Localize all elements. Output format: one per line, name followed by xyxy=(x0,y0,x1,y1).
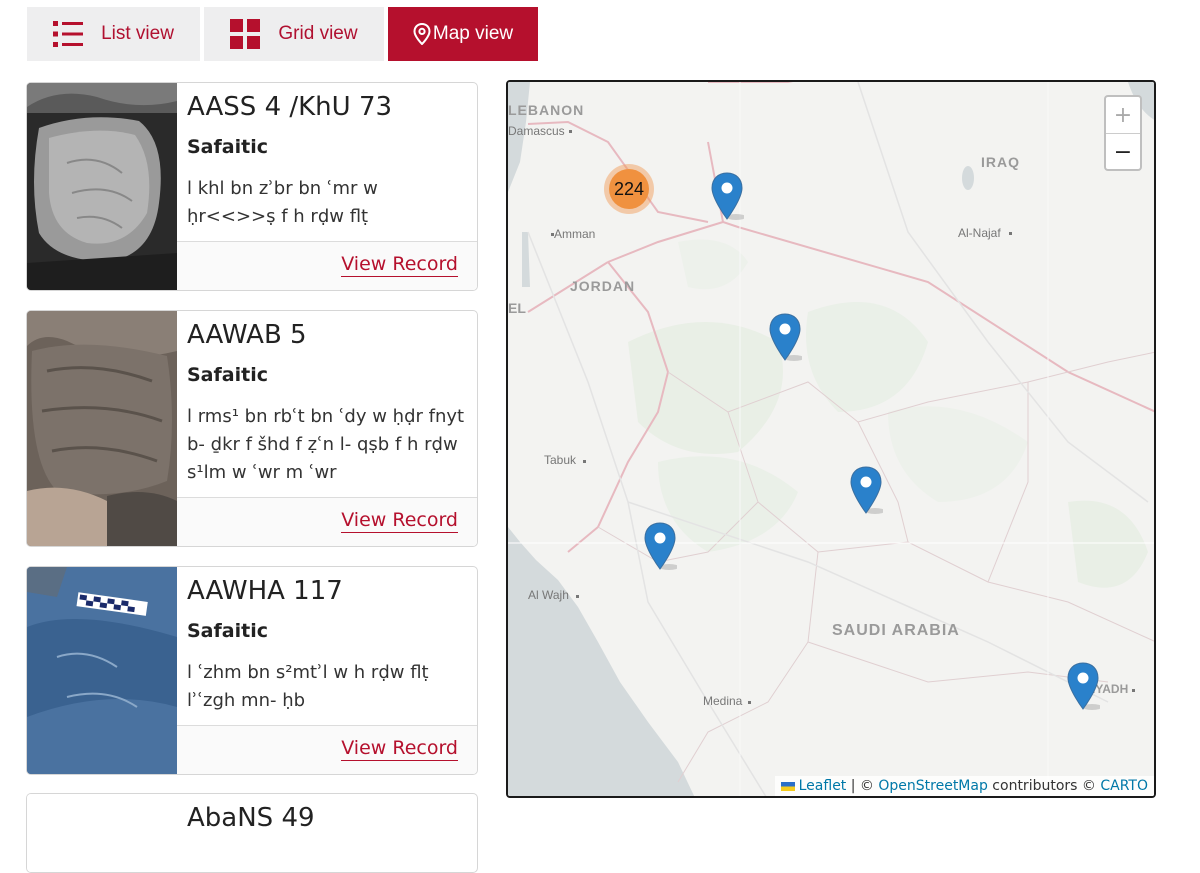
record-text: l rms¹ bn rbʿt bn ʿdy w ḥḍr fnyt b- ḏkr … xyxy=(187,406,465,483)
attribution-separator: | © xyxy=(846,778,879,794)
record-title: AASS 4 /KhU 73 xyxy=(187,92,393,122)
record-footer: View Record xyxy=(177,725,477,774)
record-card: AbaNS 49 xyxy=(26,793,478,873)
map-marker[interactable] xyxy=(1066,662,1102,717)
tab-map-view[interactable]: Map view xyxy=(388,7,538,61)
record-card: AAWHA 117 Safaitic l ʿzhm bn s²mtʾl w h … xyxy=(26,566,478,775)
record-card: AASS 4 /KhU 73 Safaitic l khl bn zʾbr bn… xyxy=(26,82,478,291)
map-pin-icon xyxy=(413,23,431,45)
osm-link[interactable]: OpenStreetMap xyxy=(878,778,987,794)
record-footer: View Record xyxy=(177,241,477,290)
record-script: Safaitic xyxy=(187,620,268,642)
record-image[interactable] xyxy=(27,311,177,546)
map-marker[interactable] xyxy=(710,172,746,227)
record-text: l khl bn zʾbr bn ʿmr w ḥr<<>>ṣ f h rḍw f… xyxy=(187,178,378,227)
record-text: l ʿzhm bn s²mtʾl w h rḍw flṭ lʾʿzgh mn- … xyxy=(187,662,429,711)
view-toggle: List view Grid view Map view xyxy=(27,7,538,61)
map-label-medina: Medina xyxy=(703,694,743,708)
record-script: Safaitic xyxy=(187,136,268,158)
view-record-link[interactable]: View Record xyxy=(341,736,458,761)
map-label-jordan: JORDAN xyxy=(570,278,636,294)
marker-cluster[interactable]: 224 xyxy=(604,164,654,214)
tab-grid-label: Grid view xyxy=(278,23,358,44)
grid-icon xyxy=(230,19,261,49)
record-title: AAWAB 5 xyxy=(187,320,307,350)
map-marker[interactable] xyxy=(849,466,885,521)
tab-list-view[interactable]: List view xyxy=(27,7,200,61)
record-image[interactable] xyxy=(27,567,177,774)
record-footer: View Record xyxy=(177,497,477,546)
tab-grid-view[interactable]: Grid view xyxy=(204,7,384,61)
view-record-link[interactable]: View Record xyxy=(341,508,458,533)
view-record-link[interactable]: View Record xyxy=(341,252,458,277)
record-script: Safaitic xyxy=(187,364,268,386)
zoom-control: + − xyxy=(1104,95,1142,171)
tab-list-label: List view xyxy=(101,23,174,44)
map-label-al-wajh: Al Wajh xyxy=(528,588,569,602)
zoom-out-button[interactable]: − xyxy=(1106,134,1140,169)
cluster-count: 224 xyxy=(609,169,649,209)
map-label-lebanon: LEBANON xyxy=(508,102,585,118)
map-label-iraq: IRAQ xyxy=(981,154,1020,170)
carto-link[interactable]: CARTO xyxy=(1100,778,1148,794)
map-marker[interactable] xyxy=(768,313,804,368)
record-title: AAWHA 117 xyxy=(187,576,343,606)
record-card: AAWAB 5 Safaitic l rms¹ bn rbʿt bn ʿdy w… xyxy=(26,310,478,547)
map-marker[interactable] xyxy=(643,522,679,577)
record-image[interactable] xyxy=(27,83,177,290)
record-title: AbaNS 49 xyxy=(187,803,315,833)
map-view[interactable]: LEBANON Damascus IRAQ Amman Al-Najaf JOR… xyxy=(506,80,1156,798)
map-label-el: EL xyxy=(508,300,526,316)
leaflet-link[interactable]: Leaflet xyxy=(799,778,847,794)
zoom-in-button[interactable]: + xyxy=(1106,97,1140,134)
map-label-damascus: Damascus xyxy=(508,124,565,138)
map-label-amman: Amman xyxy=(554,227,596,241)
record-image[interactable] xyxy=(27,794,177,872)
map-label-al-najaf: Al-Najaf xyxy=(958,226,1001,240)
map-label-saudi-arabia: SAUDI ARABIA xyxy=(832,622,960,639)
list-icon xyxy=(53,20,84,48)
ukraine-flag-icon xyxy=(780,781,795,791)
attribution-contributors: contributors © xyxy=(987,778,1101,794)
map-label-tabuk: Tabuk xyxy=(544,453,577,467)
map-attribution: Leaflet | © OpenStreetMap contributors ©… xyxy=(774,776,1154,796)
tab-map-label: Map view xyxy=(432,23,514,44)
